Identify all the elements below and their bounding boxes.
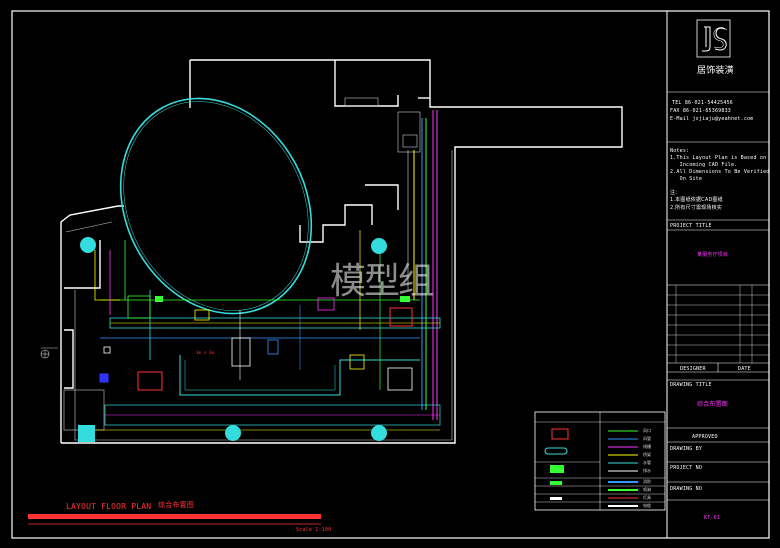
legend-item: 风口 xyxy=(643,428,651,433)
drawing-no-value: KT-01 xyxy=(704,515,721,521)
approved-label: APPROVED xyxy=(692,434,718,440)
date-label: DATE xyxy=(738,366,751,372)
legend-item: 线槽 xyxy=(643,444,651,449)
legend-item: 电缆 xyxy=(643,503,651,508)
drawn-by-label: DRAWING BY xyxy=(670,446,703,452)
atrium-ellipse-inner xyxy=(123,101,309,311)
legend-item: 喷淋 xyxy=(643,487,651,492)
contact-tel: TEL 86-021-54425456 xyxy=(672,100,733,106)
project-title-value: 某服务厅项目 xyxy=(697,252,729,258)
cyan-square-marker xyxy=(78,425,95,442)
notes-cn-heading: 注: xyxy=(670,190,678,196)
legend-item: 桥架 xyxy=(643,452,651,457)
designer-label: DESIGNER xyxy=(680,366,706,372)
caption-red-bar xyxy=(28,514,321,519)
contact-fax: FAX 86-021-65369833 xyxy=(670,108,731,114)
legend-item: 水管 xyxy=(643,460,651,465)
plan-scale: Scale 1:100 xyxy=(296,527,332,533)
note-cn-1: 1.本图纸依据CAD图纸 xyxy=(670,197,723,203)
drawing-sheet: 居饰装潢 TEL 86-021-54425456 FAX 86-021-6536… xyxy=(0,0,780,548)
plan-caption-cn: 综合布置图 xyxy=(158,501,194,509)
drawing-no-label: DRAWING NO xyxy=(670,486,703,492)
watermark: 模型组 xyxy=(330,261,434,302)
note-line-4: On Site xyxy=(670,176,703,182)
project-no-label: PROJECT NO xyxy=(670,465,703,471)
legend-item: 风管 xyxy=(643,436,651,441)
drawing-title-label: DRAWING TITLE xyxy=(670,382,712,388)
project-title-label: PROJECT TITLE xyxy=(670,223,712,229)
room-dimension-label: 3m x 3m xyxy=(196,350,215,355)
legend-item: 消防 xyxy=(643,479,651,484)
contact-email: E-Mail jsjiaju@yeahnet.com xyxy=(670,116,754,122)
note-line-3: 2.All Dimensions To Be Verified xyxy=(670,169,770,175)
revision-table xyxy=(667,285,769,363)
note-line-2: Incoming CAD File. xyxy=(670,162,738,168)
drawing-title-value: 综合布置图 xyxy=(697,401,729,408)
notes-heading: Notes: xyxy=(670,148,690,154)
js-logo-icon xyxy=(696,19,731,58)
legend-item: 灯具 xyxy=(643,495,651,500)
note-cn-2: 2.所有尺寸需现场核实 xyxy=(670,205,722,211)
note-line-1: 1.This Layout Plan is Based on xyxy=(670,155,767,161)
legend-item: 排水 xyxy=(643,468,651,473)
company-name: 居饰装潢 xyxy=(697,66,734,76)
plan-caption: LAYOUT FLOOR PLAN xyxy=(66,502,152,511)
